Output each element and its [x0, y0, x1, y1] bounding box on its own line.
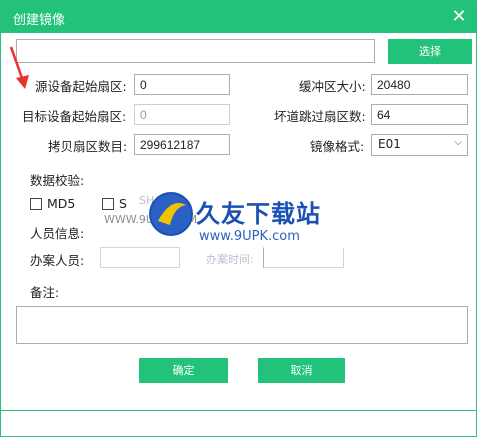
bad-sector-skip-input[interactable]	[371, 104, 468, 125]
watermark-title: 久友下载站	[196, 200, 321, 228]
handling-time-input[interactable]	[263, 247, 344, 268]
image-format-select[interactable]: E01 ⌵	[371, 134, 468, 156]
chevron-down-icon: ⌵	[454, 137, 462, 148]
personnel-info-label: 人员信息:	[30, 226, 85, 241]
close-icon[interactable]: ✕	[448, 6, 470, 28]
target-start-sector-input[interactable]	[134, 104, 230, 125]
source-start-sector-input[interactable]	[134, 74, 230, 95]
title-bar: 创建镜像 ✕	[1, 1, 476, 33]
buffer-size-label: 缓冲区大小:	[299, 79, 366, 94]
md5-label: MD5	[47, 196, 76, 211]
dialog-title: 创建镜像	[13, 13, 66, 28]
md5-checkbox[interactable]	[30, 198, 42, 210]
image-format-label: 镜像格式:	[310, 139, 365, 154]
select-button[interactable]: 选择	[388, 39, 472, 64]
copy-sector-count-label: 拷贝扇区数目:	[48, 139, 128, 154]
source-start-sector-label: 源设备起始扇区:	[35, 79, 127, 94]
sha-checkbox[interactable]	[102, 198, 114, 210]
ok-button[interactable]: 确定	[139, 358, 228, 383]
handler-label: 办案人员:	[30, 253, 85, 268]
watermark-logo-icon	[149, 192, 193, 236]
handler-input[interactable]	[100, 247, 180, 268]
copy-sector-count-input[interactable]	[134, 134, 230, 155]
image-path-input[interactable]	[16, 39, 375, 63]
remarks-textarea[interactable]	[16, 306, 468, 344]
remarks-label: 备注:	[30, 285, 60, 300]
watermark-url: www.9UPK.com	[199, 229, 300, 244]
red-arrow-icon	[9, 46, 29, 89]
data-verify-label: 数据校验:	[30, 173, 85, 188]
buffer-size-input[interactable]	[371, 74, 468, 95]
faint-time-label: 办案时间:	[206, 253, 254, 266]
image-format-value: E01	[378, 137, 401, 151]
create-image-dialog: 创建镜像 ✕ 选择 源设备起始扇区: 目标设备起始扇区: 拷贝扇区数目: 缓冲区…	[0, 0, 477, 437]
sha-label: S	[119, 196, 127, 211]
bad-sector-skip-label: 坏道跳过扇区数:	[274, 109, 366, 124]
dialog-bottom-edge	[1, 410, 477, 411]
target-start-sector-label: 目标设备起始扇区:	[22, 109, 127, 124]
cancel-button[interactable]: 取消	[258, 358, 345, 383]
